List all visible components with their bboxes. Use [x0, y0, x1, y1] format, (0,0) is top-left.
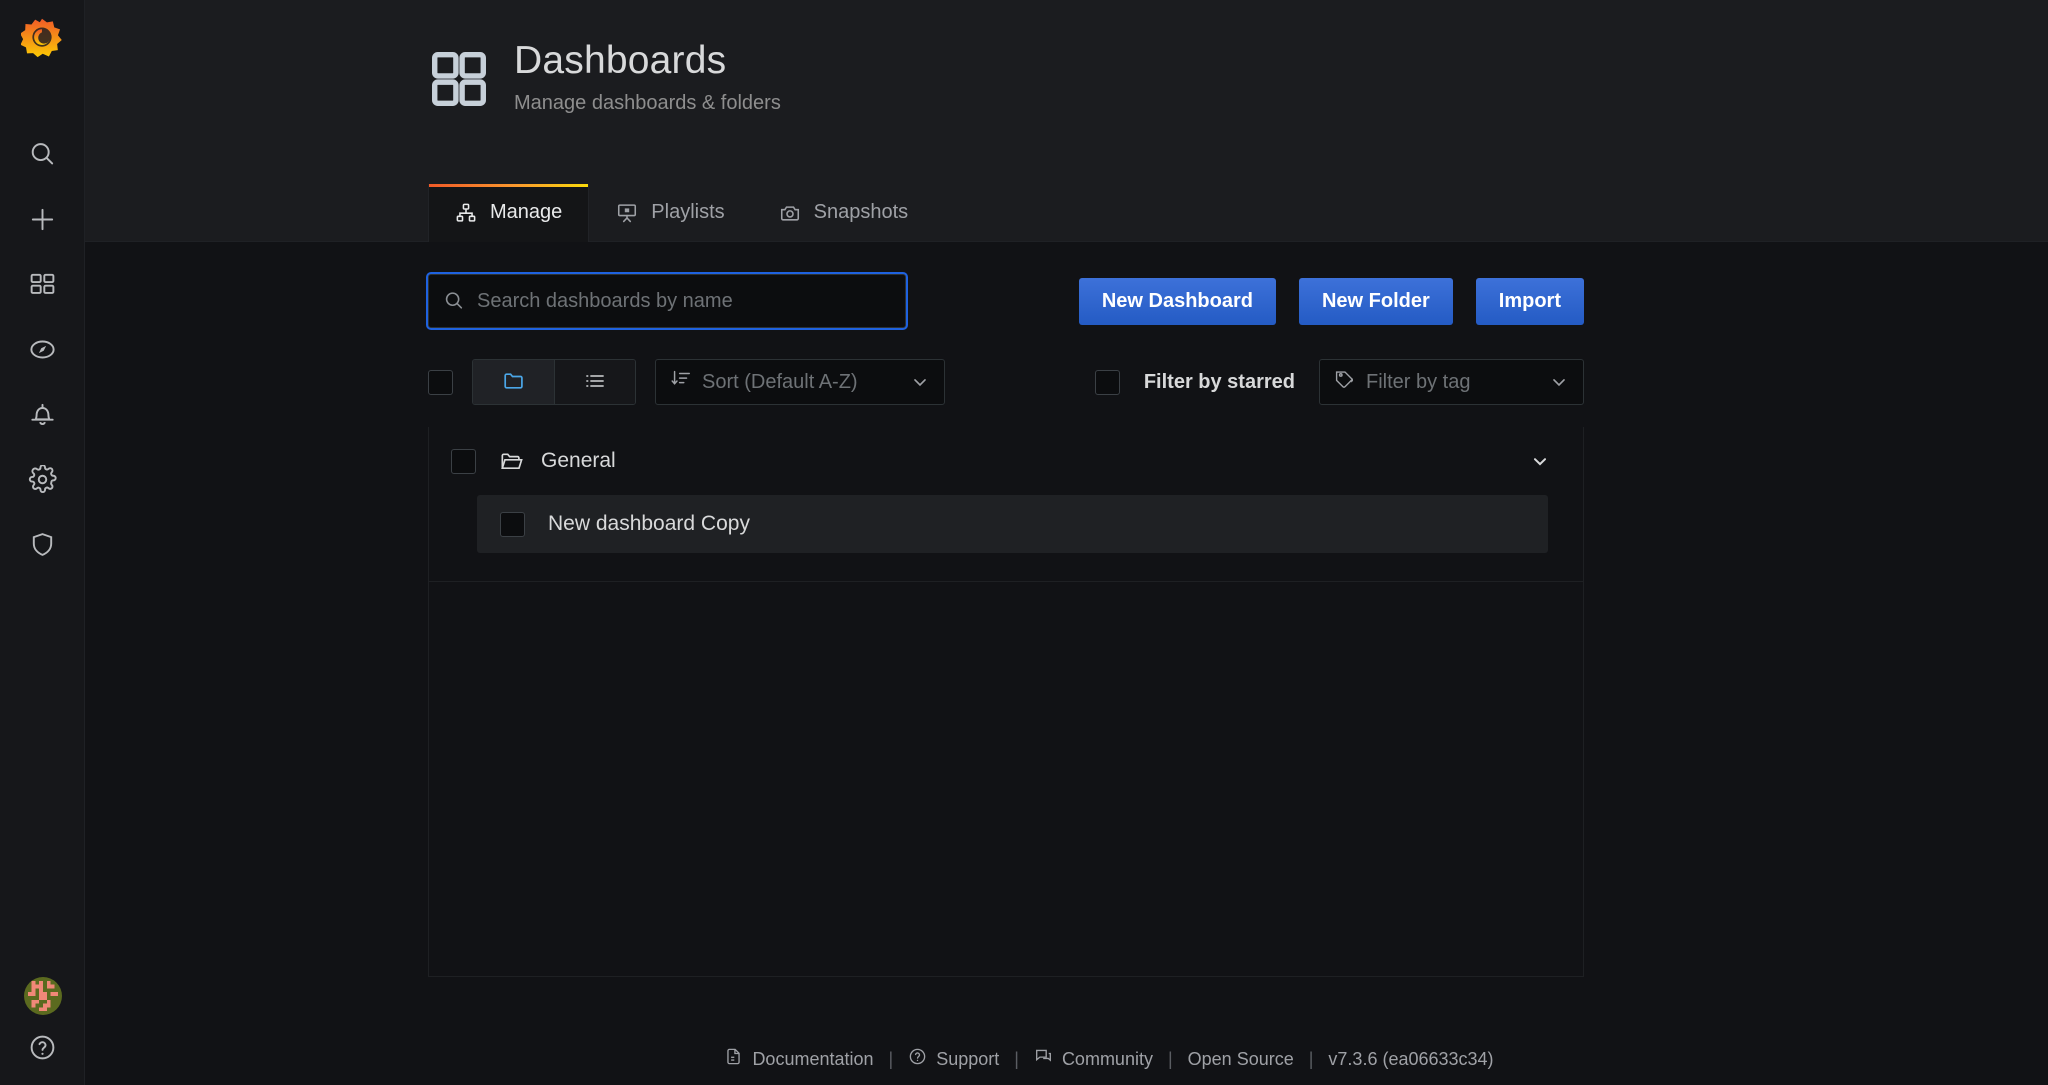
- filter-toolbar-left: Sort (Default A-Z): [428, 359, 945, 405]
- folder-row-general[interactable]: General: [429, 427, 1583, 495]
- help-icon[interactable]: [28, 1033, 57, 1067]
- new-dashboard-button[interactable]: New Dashboard: [1078, 277, 1276, 325]
- tab-playlists[interactable]: Playlists: [589, 183, 751, 242]
- footer-version: v7.3.6 (ea06633c34): [1328, 1048, 1494, 1069]
- sidebar-item-alerting[interactable]: [0, 382, 85, 447]
- folder-open-icon: [499, 449, 524, 474]
- dashboards-manage-panel: New Dashboard New Folder Import: [428, 242, 1584, 977]
- apps-grid-icon: [428, 48, 490, 115]
- filter-toolbar: Sort (Default A-Z) Filter by starred Fil…: [428, 359, 1584, 405]
- sort-amount-down-icon: [670, 368, 692, 396]
- document-icon: [724, 1047, 743, 1071]
- footer-separator: |: [1014, 1048, 1019, 1069]
- footer-link-community[interactable]: Community: [1034, 1047, 1153, 1071]
- footer-separator: |: [1167, 1048, 1173, 1069]
- page-title: Dashboards: [514, 39, 727, 82]
- filter-starred-checkbox[interactable]: [1094, 369, 1120, 395]
- dashboard-title: New dashboard Copy: [548, 512, 750, 535]
- main-content: Dashboards Manage dashboards & folders M…: [85, 0, 2048, 1085]
- grafana-logo[interactable]: [14, 10, 70, 66]
- question-circle-icon: [908, 1047, 927, 1071]
- footer-link-label: Support: [936, 1048, 1000, 1069]
- view-toggle-group: [472, 359, 636, 405]
- results-divider: [429, 581, 1583, 582]
- chevron-down-icon: [1549, 372, 1569, 392]
- list-icon: [583, 369, 607, 396]
- sidebar-nav: [0, 122, 85, 577]
- sitemap-icon: [455, 202, 477, 224]
- filter-tag-select[interactable]: Filter by tag: [1319, 359, 1584, 405]
- footer-link-support[interactable]: Support: [908, 1047, 999, 1071]
- page-body: New Dashboard New Folder Import: [85, 242, 2048, 1085]
- search-input-wrapper[interactable]: [428, 274, 906, 328]
- footer-link-documentation[interactable]: Documentation: [724, 1047, 874, 1071]
- list-view-toggle[interactable]: [554, 360, 635, 404]
- new-folder-button[interactable]: New Folder: [1298, 277, 1453, 325]
- sidebar-item-search[interactable]: [0, 122, 85, 187]
- search-icon: [443, 290, 465, 312]
- dashboard-row[interactable]: New dashboard Copy: [477, 495, 1548, 553]
- page-subtitle: Manage dashboards & folders: [514, 91, 781, 114]
- folder-name: General: [541, 449, 616, 472]
- page-header: Dashboards Manage dashboards & folders M…: [85, 0, 2048, 242]
- footer-separator: |: [1308, 1048, 1314, 1069]
- tag-icon: [1334, 368, 1356, 396]
- main-sidebar: [0, 0, 85, 1085]
- select-all-checkbox[interactable]: [428, 369, 453, 395]
- footer-link-open-source[interactable]: Open Source: [1188, 1049, 1294, 1070]
- search-and-actions-row: New Dashboard New Folder Import: [428, 242, 1584, 328]
- folder-icon: [502, 369, 526, 396]
- search-results: General New dashboard Copy: [428, 427, 1584, 977]
- folder-checkbox[interactable]: [451, 448, 476, 474]
- presentation-icon: [616, 202, 638, 224]
- compass-icon: [28, 335, 57, 364]
- gear-icon: [28, 465, 57, 494]
- chevron-down-icon[interactable]: [1529, 450, 1551, 472]
- filter-starred-label: Filter by starred: [1143, 370, 1295, 393]
- search-icon: [28, 140, 57, 169]
- sidebar-item-server-admin[interactable]: [0, 512, 85, 577]
- filter-toolbar-right: Filter by starred Filter by tag: [1094, 359, 1584, 405]
- import-button[interactable]: Import: [1475, 277, 1584, 325]
- footer-link-label: Community: [1061, 1048, 1153, 1069]
- comments-icon: [1034, 1047, 1053, 1071]
- grafana-app: Dashboards Manage dashboards & folders M…: [0, 0, 2048, 1085]
- tab-bar: Manage Playlists Snapshots: [428, 183, 935, 242]
- shield-icon: [28, 530, 57, 559]
- dashboard-checkbox[interactable]: [500, 511, 525, 537]
- filter-tag-placeholder: Filter by tag: [1366, 370, 1471, 393]
- footer-link-label: Documentation: [752, 1048, 874, 1069]
- sidebar-item-create[interactable]: [0, 187, 85, 252]
- folder-view-toggle[interactable]: [473, 360, 554, 404]
- footer-separator: |: [888, 1048, 894, 1069]
- dashboards-grid-icon: [28, 270, 57, 299]
- tab-label: Playlists: [651, 201, 725, 223]
- sort-select[interactable]: Sort (Default A-Z): [655, 359, 945, 405]
- avatar[interactable]: [23, 977, 62, 1015]
- sidebar-item-dashboards[interactable]: [0, 252, 85, 317]
- plus-icon: [28, 205, 57, 234]
- sidebar-item-configuration[interactable]: [0, 447, 85, 512]
- chevron-down-icon: [910, 372, 930, 392]
- camera-icon: [779, 202, 801, 224]
- tab-snapshots[interactable]: Snapshots: [752, 183, 936, 242]
- sort-select-value: Sort (Default A-Z): [702, 370, 858, 393]
- bell-icon: [28, 400, 57, 429]
- page-footer: Documentation | Support | Community | Op…: [170, 1033, 2048, 1085]
- action-buttons: New Dashboard New Folder Import: [1078, 277, 1584, 325]
- tab-label: Snapshots: [813, 201, 909, 223]
- sidebar-bottom: [0, 977, 85, 1067]
- footer-link-label: Open Source: [1187, 1048, 1294, 1069]
- search-input[interactable]: [477, 289, 891, 313]
- tab-manage[interactable]: Manage: [428, 184, 590, 242]
- sidebar-item-explore[interactable]: [0, 317, 85, 382]
- tab-label: Manage: [490, 201, 563, 223]
